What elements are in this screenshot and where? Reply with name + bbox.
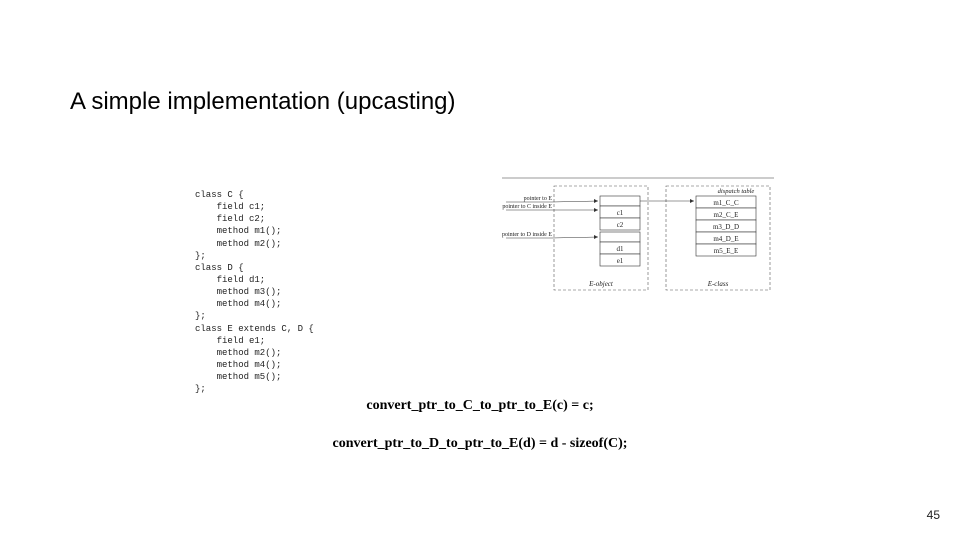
obj-cell-c1: c1 — [617, 209, 624, 217]
formula-area: convert_ptr_to_C_to_ptr_to_E(c) = c; con… — [0, 392, 960, 452]
disp-4: m5_E_E — [714, 247, 739, 255]
formula-2: convert_ptr_to_D_to_ptr_to_E(d) = d - si… — [0, 436, 960, 452]
disp-2: m3_D_D — [713, 223, 739, 231]
formula-1: convert_ptr_to_C_to_ptr_to_E(c) = c; — [0, 398, 960, 414]
obj-cell-e1: e1 — [617, 257, 624, 265]
obj-cell-c2: c2 — [617, 221, 624, 229]
code-block: class C { field c1; field c2; method m1(… — [195, 189, 314, 395]
page-number: 45 — [927, 508, 940, 522]
caption-eclass: E-class — [707, 280, 729, 288]
caption-eobject: E-object — [588, 280, 614, 288]
memory-diagram: pointer to E pointer to C inside E point… — [498, 176, 778, 316]
disp-3: m4_D_E — [713, 235, 738, 243]
obj-cell-d1: d1 — [617, 245, 625, 253]
slide-title: A simple implementation (upcasting) — [70, 88, 456, 116]
disp-0: m1_C_C — [713, 199, 739, 207]
disp-1: m2_C_E — [714, 211, 739, 219]
ptr-to-E-label: pointer to E — [524, 196, 553, 202]
dispatch-header: dispatch table — [718, 188, 755, 195]
ptr-to-D-in-E-label: pointer to D inside E — [502, 232, 552, 238]
ptr-to-C-in-E-label: pointer to C inside E — [502, 204, 552, 210]
slide: A simple implementation (upcasting) clas… — [0, 0, 960, 540]
